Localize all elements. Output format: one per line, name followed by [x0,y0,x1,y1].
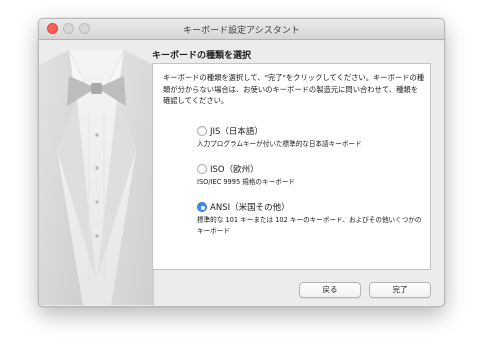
ansi-radio[interactable] [197,202,207,212]
jis-description: 入力プログラムキーが付いた標準的な日本語キーボード [197,140,362,148]
ansi-description: 標準的な 101 キーまたは 102 キーのキーボード、およびその他いくつかのキ… [197,216,422,235]
iso-description: ISO/IEC 9995 規格のキーボード [197,178,295,186]
iso-label: ISO（欧州） [210,165,259,175]
assistant-window: キーボード設定アシスタント キーボードの種類を選択 キーボードの種類を選択して、… [38,18,445,307]
done-button[interactable]: 完了 [369,282,431,298]
instruction-text: キーボードの種類を選択して、"完了"をクリックしてください。キーボードの種類が分… [163,73,425,105]
jis-label: JIS（日本語） [210,127,263,137]
tuxedo-illustration [39,49,154,305]
title-bar: キーボード設定アシスタント [39,19,444,40]
window-title: キーボード設定アシスタント [183,26,300,36]
page-heading: キーボードの種類を選択 [152,51,252,61]
back-button[interactable]: 戻る [299,282,361,298]
jis-radio[interactable] [197,126,207,136]
content-panel: キーボードの種類を選択して、"完了"をクリックしてください。キーボードの種類が分… [152,63,431,270]
iso-radio[interactable] [197,164,207,174]
ansi-label: ANSI（米国その他） [210,203,290,213]
